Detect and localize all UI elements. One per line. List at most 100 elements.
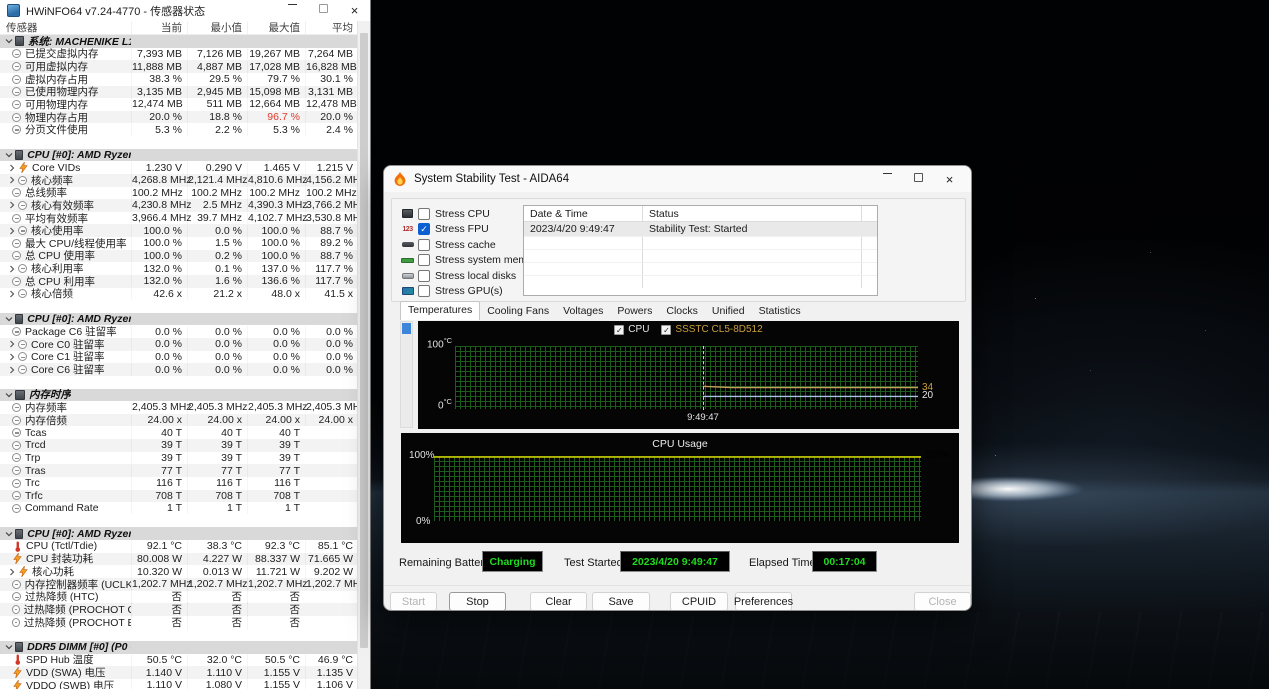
sensor-section-header[interactable]: CPU [#0]: AMD Ryzen 7 7...: [0, 149, 358, 162]
legend-checkbox[interactable]: ✓: [661, 325, 671, 335]
sensor-row[interactable]: 内存倍频24.00 x24.00 x24.00 x24.00 x: [0, 414, 358, 427]
column-max[interactable]: 最大值: [247, 21, 305, 34]
chevron-down-icon[interactable]: [5, 643, 13, 651]
chevron-right-icon[interactable]: [8, 176, 16, 184]
chevron-right-icon[interactable]: [8, 227, 16, 235]
sensor-row[interactable]: 过热降频 (PROCHOT EXT)否否否: [0, 616, 358, 629]
sensor-value: 132.0 %: [131, 263, 187, 275]
legend-label: CPU: [628, 324, 649, 335]
tab-clocks[interactable]: Clocks: [659, 303, 705, 320]
chevron-right-icon[interactable]: [8, 353, 16, 361]
minimize-button[interactable]: [872, 173, 903, 174]
sensor-value: 80.008 W: [131, 553, 187, 565]
chevron-right-icon[interactable]: [8, 265, 16, 273]
tab-unified[interactable]: Unified: [705, 303, 752, 320]
stress-option: 123✓Stress FPU: [401, 223, 542, 236]
sensor-table: 系统: MACHENIKE L16P已提交虚拟内存7,393 MB7,126 M…: [0, 35, 358, 689]
log-row[interactable]: 2023/4/20 9:49:47 Stability Test: Starte…: [524, 222, 877, 236]
sensor-label: Tras: [25, 465, 46, 477]
sensor-value: 2,121.4 MHz: [187, 174, 247, 186]
tab-statistics[interactable]: Statistics: [752, 303, 808, 320]
sensor-value: 708 T: [247, 490, 305, 502]
sensor-row[interactable]: Tcas40 T40 T40 T: [0, 426, 358, 439]
sensor-value: 100.2 MHz: [187, 187, 247, 199]
stress-checkbox[interactable]: [418, 208, 430, 220]
maximize-button[interactable]: [903, 173, 934, 182]
sensor-value: 1.110 V: [187, 667, 247, 679]
hwinfo-titlebar[interactable]: HWiNFO64 v7.24-4770 - 传感器状态 ×: [0, 0, 370, 21]
column-avg[interactable]: 平均: [305, 21, 358, 34]
temperature-scrollbar-thumb[interactable]: [402, 323, 411, 334]
hwinfo-scrollbar[interactable]: [357, 21, 370, 689]
stress-checkbox[interactable]: [418, 285, 430, 297]
ground-silhouette: [370, 612, 1269, 689]
close-button[interactable]: ×: [339, 4, 370, 17]
stress-checkbox[interactable]: [418, 254, 430, 266]
minimize-button[interactable]: [277, 4, 308, 5]
clear-button[interactable]: Clear: [530, 592, 587, 611]
sensor-row[interactable]: Core C6 驻留率0.0 %0.0 %0.0 %0.0 %: [0, 363, 358, 376]
cpuid-button[interactable]: CPUID: [670, 592, 728, 611]
close-button[interactable]: ×: [934, 173, 965, 186]
sensor-row[interactable]: Trp39 T39 T39 T: [0, 452, 358, 465]
sensor-row[interactable]: Command Rate1 T1 T1 T: [0, 502, 358, 515]
sensor-section-header[interactable]: CPU [#0]: AMD Ryzen 7 7...: [0, 527, 358, 540]
log-column-datetime[interactable]: Date & Time: [524, 208, 642, 220]
column-sensor[interactable]: 传感器: [0, 20, 131, 35]
legend-checkbox[interactable]: ✓: [614, 325, 624, 335]
tab-cooling-fans[interactable]: Cooling Fans: [480, 303, 556, 320]
sensor-value: 1.106 V: [305, 679, 358, 689]
tab-powers[interactable]: Powers: [610, 303, 659, 320]
chevron-down-icon[interactable]: [5, 37, 13, 45]
sensor-row[interactable]: Trcd39 T39 T39 T: [0, 439, 358, 452]
sensor-row[interactable]: 核心倍频42.6 x21.2 x48.0 x41.5 x: [0, 288, 358, 301]
stress-checkbox[interactable]: [418, 239, 430, 251]
hwinfo-title: HWiNFO64 v7.24-4770 - 传感器状态: [26, 3, 205, 19]
sensor-row[interactable]: Tras77 T77 T77 T: [0, 464, 358, 477]
sensor-value: 4,230.8 MHz: [131, 199, 187, 211]
chevron-right-icon[interactable]: [8, 340, 16, 348]
chevron-down-icon[interactable]: [5, 151, 13, 159]
sensor-value: 117.7 %: [305, 275, 358, 287]
column-current[interactable]: 当前: [131, 21, 187, 34]
temperature-scrollbar[interactable]: [400, 321, 413, 428]
maximize-button[interactable]: [308, 4, 339, 13]
sensor-value: 0.013 W: [187, 566, 247, 578]
stress-option-label: Stress cache: [435, 239, 496, 251]
tab-voltages[interactable]: Voltages: [556, 303, 610, 320]
aida64-titlebar[interactable]: System Stability Test - AIDA64 ×: [384, 166, 971, 192]
save-button[interactable]: Save: [592, 592, 650, 611]
sensor-value: 100.0 %: [131, 237, 187, 249]
chevron-right-icon[interactable]: [8, 290, 16, 298]
legend-item: ✓ CPU: [614, 324, 649, 335]
tab-temperatures[interactable]: Temperatures: [400, 301, 480, 320]
log-column-status[interactable]: Status: [642, 206, 861, 221]
button-bar: StartStopClearSaveCPUIDPreferencesClose: [384, 585, 971, 611]
sensor-table-header[interactable]: 传感器 当前 最小值 最大值 平均: [0, 21, 370, 35]
chevron-right-icon[interactable]: [8, 568, 16, 576]
sensor-value: 39 T: [247, 452, 305, 464]
sensor-value: 0.290 V: [187, 162, 247, 174]
hwinfo-scrollbar-thumb[interactable]: [360, 33, 368, 648]
sensor-row[interactable]: VDDQ (SWB) 电压1.110 V1.080 V1.155 V1.106 …: [0, 679, 358, 689]
gauge-icon: [12, 75, 21, 84]
stress-checkbox[interactable]: ✓: [418, 223, 430, 235]
sensor-value: 48.0 x: [247, 288, 305, 300]
sensor-row[interactable]: Trfc708 T708 T708 T: [0, 490, 358, 503]
stress-checkbox[interactable]: [418, 270, 430, 282]
column-min[interactable]: 最小值: [187, 21, 247, 34]
y-axis-max-label: 100%: [409, 450, 435, 461]
chevron-down-icon[interactable]: [5, 391, 13, 399]
chevron-down-icon[interactable]: [5, 315, 13, 323]
sensor-row[interactable]: Trc116 T116 T116 T: [0, 477, 358, 490]
chevron-right-icon[interactable]: [8, 201, 16, 209]
gauge-icon: [18, 176, 27, 185]
preferences-button[interactable]: Preferences: [735, 592, 792, 611]
sensor-value: 7,393 MB: [131, 48, 187, 60]
stop-button[interactable]: Stop: [449, 592, 506, 611]
log-table-header[interactable]: Date & Time Status: [524, 206, 877, 222]
chevron-right-icon[interactable]: [8, 164, 16, 172]
sensor-row[interactable]: 分页文件使用5.3 %2.2 %5.3 %2.4 %: [0, 123, 358, 136]
chevron-down-icon[interactable]: [5, 530, 13, 538]
chevron-right-icon[interactable]: [8, 366, 16, 374]
